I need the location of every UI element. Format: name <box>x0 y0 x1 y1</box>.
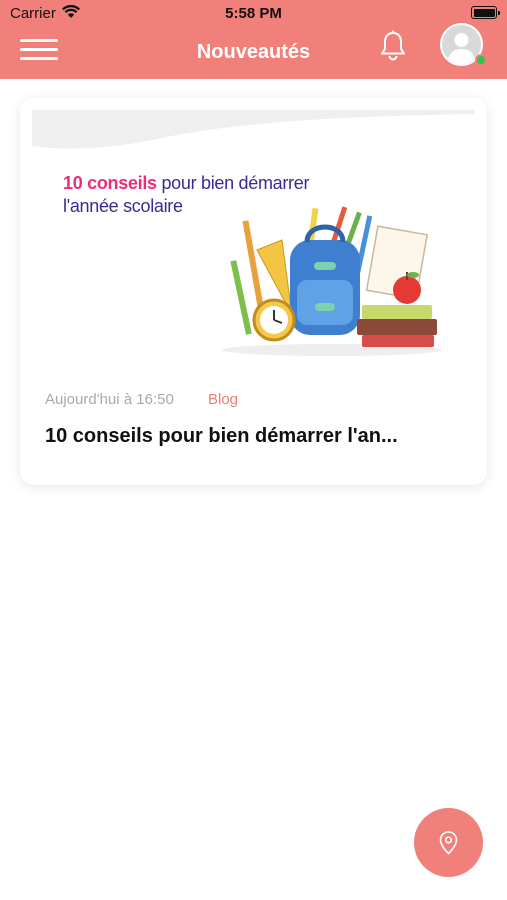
location-pin-icon <box>439 831 458 855</box>
bell-icon[interactable] <box>378 30 408 62</box>
article-title[interactable]: 10 conseils pour bien démarrer l'an... <box>45 425 465 448</box>
page-title: Nouveautés <box>196 41 311 63</box>
location-fab-button[interactable] <box>414 808 483 877</box>
app-header: Carrier 5:58 PM Nouveautés <box>0 0 507 79</box>
battery-icon <box>471 6 500 19</box>
school-supplies-illustration <box>222 206 442 356</box>
article-thumbnail: 10 conseils pour bien démarrer l'année s… <box>32 110 475 362</box>
clock: 5:58 PM <box>225 5 282 22</box>
status-bar: Carrier 5:58 PM <box>0 0 507 28</box>
article-category[interactable]: Blog <box>208 391 238 408</box>
article-date: Aujourd'hui à 16:50 <box>45 391 174 408</box>
online-status-dot <box>475 54 487 66</box>
decorative-wave <box>32 110 475 149</box>
article-card[interactable]: 10 conseils pour bien démarrer l'année s… <box>20 98 487 485</box>
